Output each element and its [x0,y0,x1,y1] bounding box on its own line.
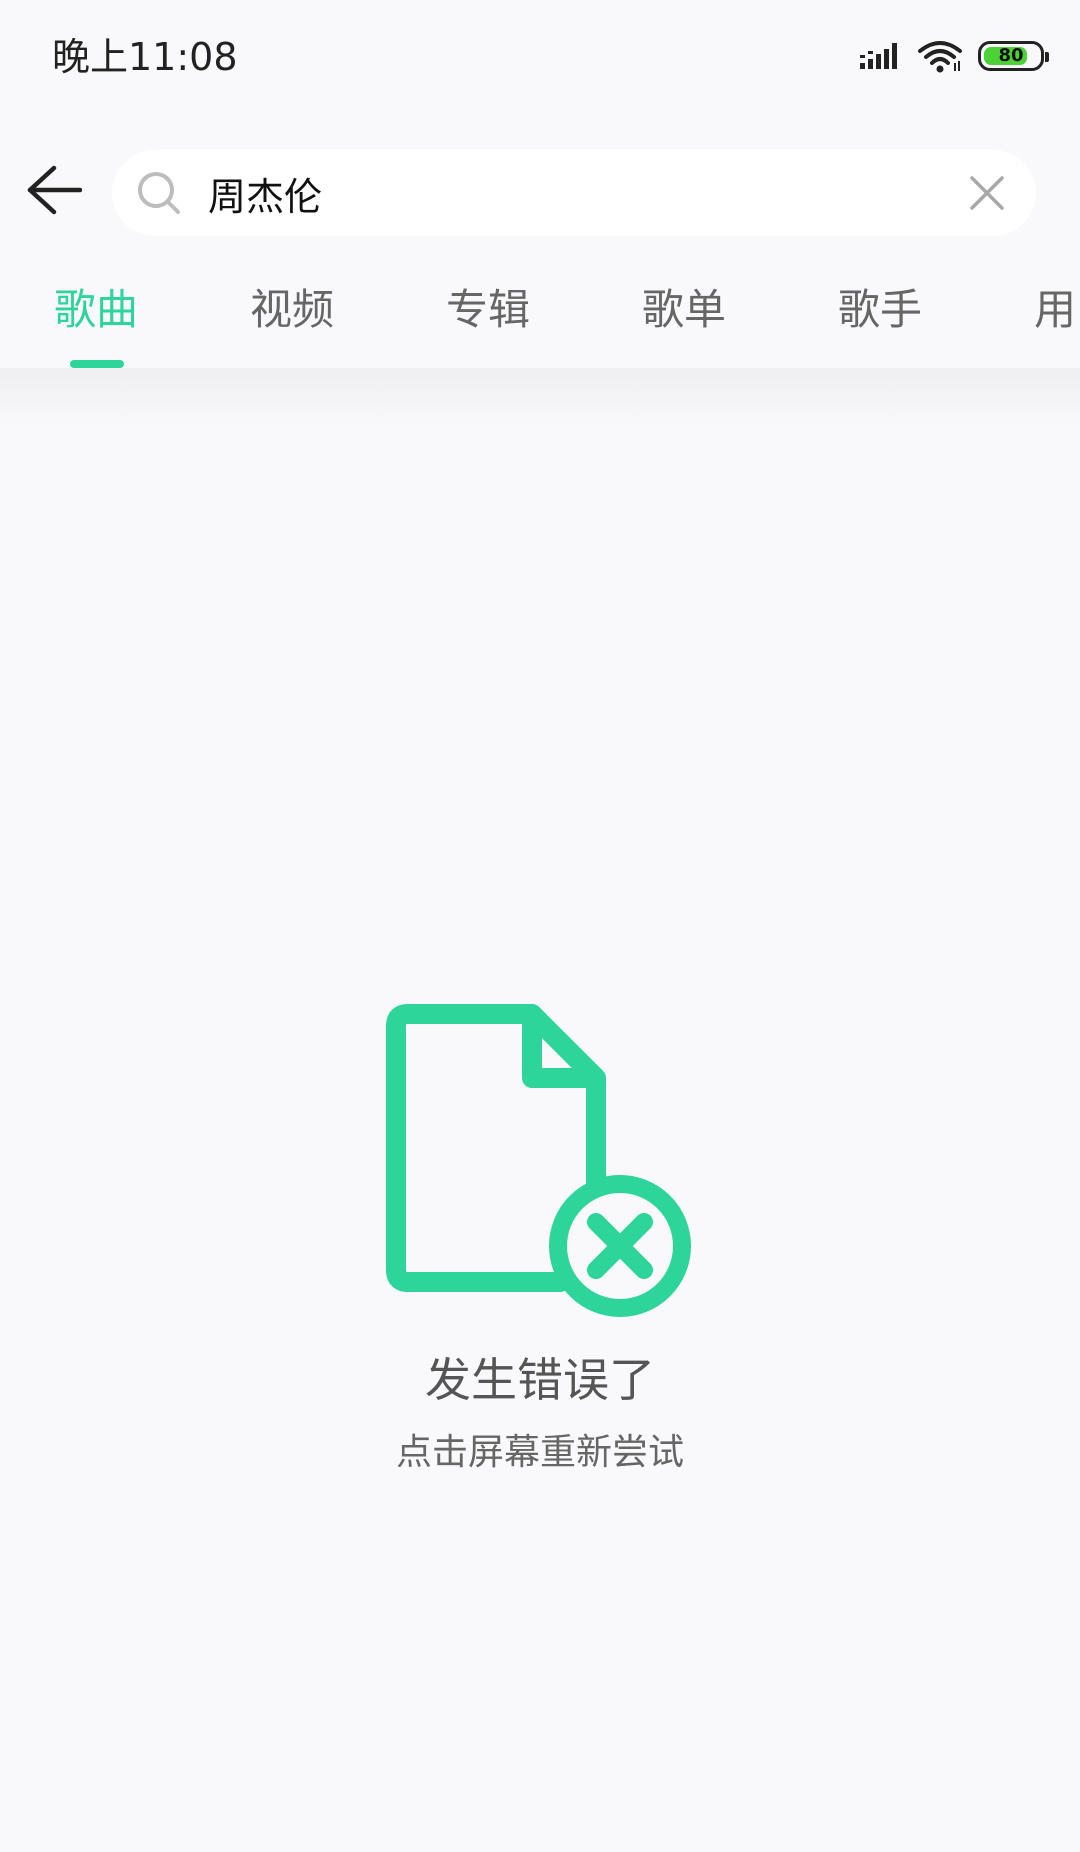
tab-users[interactable]: 用 [1034,282,1076,338]
close-icon[interactable] [966,172,1008,214]
search-input[interactable] [208,150,968,236]
search-row [0,140,1080,240]
back-button[interactable] [24,160,84,220]
status-bar: 晚上11:08 80 [0,0,1080,110]
battery-cap [1045,52,1049,62]
retry-hint[interactable]: 点击屏幕重新尝试 [0,1428,1080,1478]
tab-bar: 歌曲 视频 专辑 歌单 歌手 用 [0,268,1080,368]
error-state[interactable]: 发生错误了 点击屏幕重新尝试 [0,1000,1080,1500]
status-icons: 80 [860,36,1049,76]
search-box[interactable] [112,150,1036,236]
active-tab-indicator [70,360,124,368]
error-title: 发生错误了 [425,1353,655,1407]
tab-songs[interactable]: 歌曲 [54,282,138,338]
tab-albums[interactable]: 专辑 [446,282,530,338]
battery-level: 80 [998,45,1024,66]
status-time: 晚上11:08 [52,35,238,79]
search-icon [138,172,180,214]
battery-icon: 80 [978,41,1049,71]
back-arrow-icon [27,165,82,215]
wifi-icon [918,41,962,73]
tabs-divider [0,368,1080,428]
tab-playlists[interactable]: 歌单 [642,282,726,338]
file-error-icon [386,1004,691,1317]
tab-videos[interactable]: 视频 [250,282,334,338]
tab-singers[interactable]: 歌手 [838,282,922,338]
signal-icon [860,43,897,69]
